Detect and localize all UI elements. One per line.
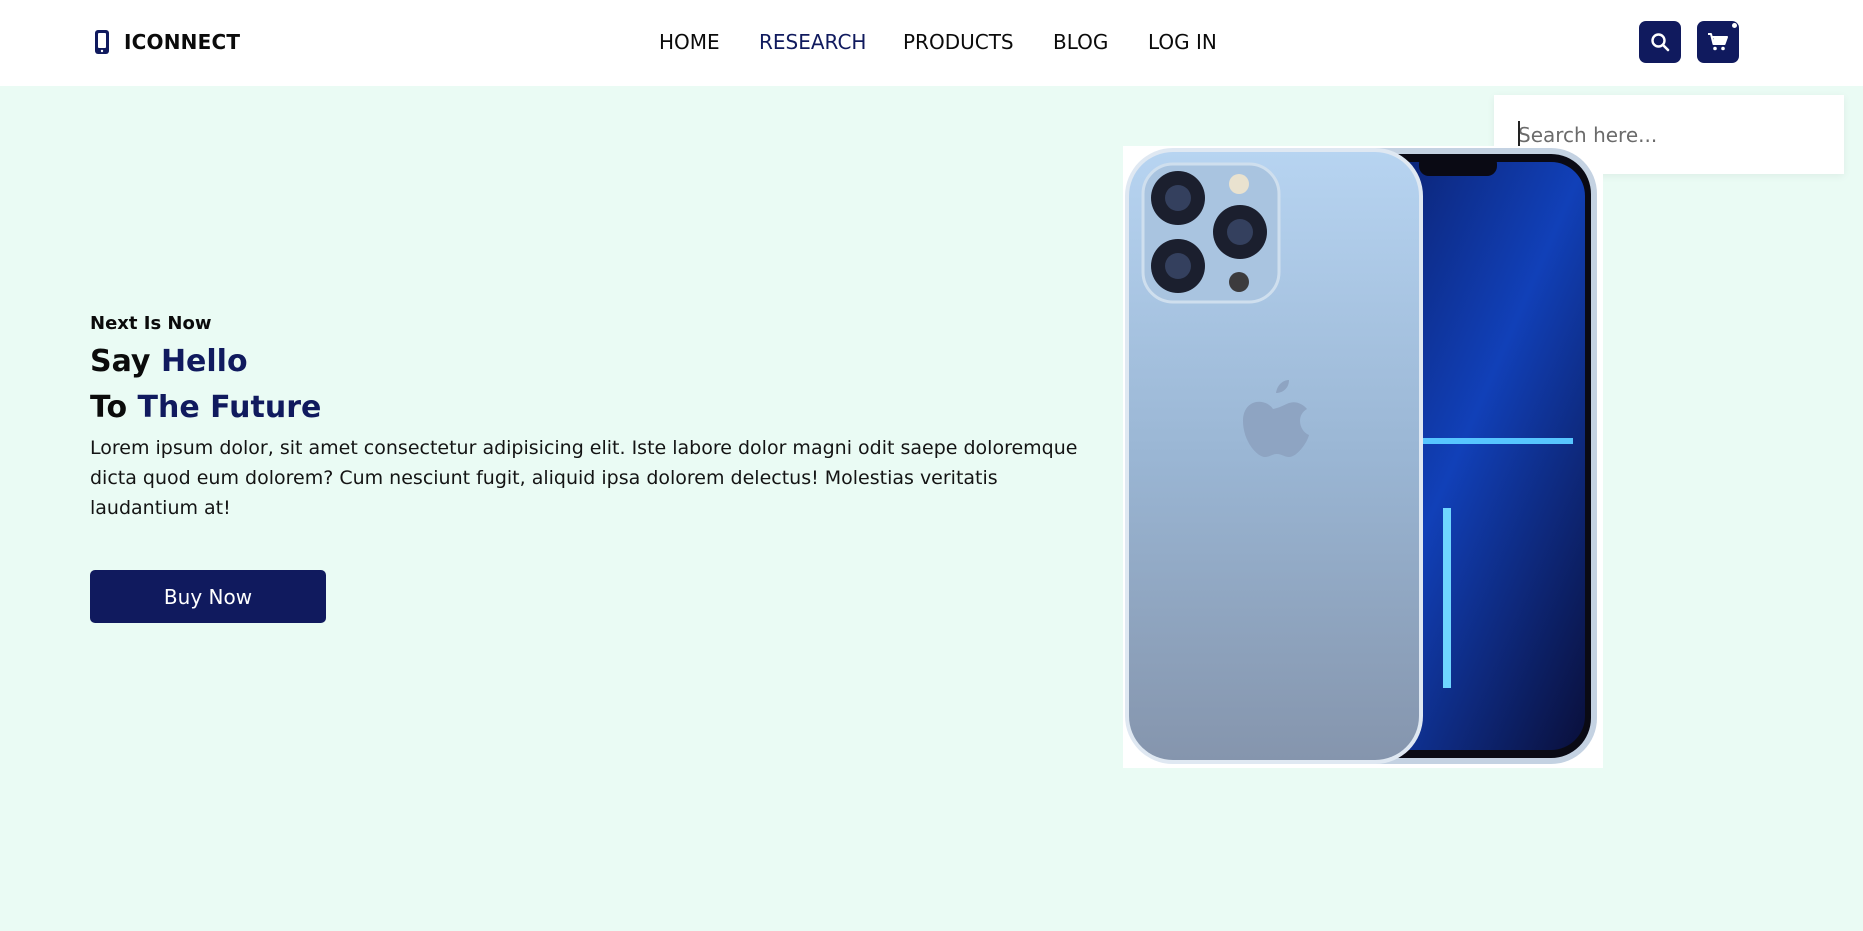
nav-blog[interactable]: BLOG	[1053, 28, 1108, 56]
search-icon	[1651, 33, 1670, 52]
navbar: ICONNECT HOME RESEARCH PRODUCTS BLOG LOG…	[0, 0, 1863, 86]
nav-home[interactable]: HOME	[659, 28, 720, 56]
cart-button[interactable]	[1697, 21, 1739, 63]
nav-research[interactable]: RESEARCH	[759, 28, 866, 56]
brand-logo[interactable]: ICONNECT	[94, 28, 240, 56]
text-caret	[1518, 121, 1520, 147]
brand-name: ICONNECT	[124, 30, 241, 54]
headline-accent: The Future	[137, 390, 322, 425]
headline-prefix: To	[90, 390, 128, 425]
cart-badge-dot	[1732, 23, 1737, 28]
nav-login[interactable]: LOG IN	[1148, 28, 1217, 56]
headline-prefix: Say	[90, 344, 151, 379]
product-image	[1123, 146, 1603, 768]
headline-accent: Hello	[160, 344, 248, 379]
nav-products[interactable]: PRODUCTS	[903, 28, 1014, 56]
hero-headline-line1: Say Hello	[90, 340, 248, 384]
hero-description: Lorem ipsum dolor, sit amet consectetur …	[90, 437, 1078, 519]
phone-icon	[95, 30, 109, 54]
hero-headline-line2: To The Future	[90, 386, 321, 430]
cart-icon	[1708, 33, 1728, 51]
buy-now-button[interactable]: Buy Now	[90, 570, 326, 623]
hero-tagline: Next Is Now	[90, 313, 212, 334]
iphone-product-illustration	[1125, 148, 1597, 764]
search-button[interactable]	[1639, 21, 1681, 63]
